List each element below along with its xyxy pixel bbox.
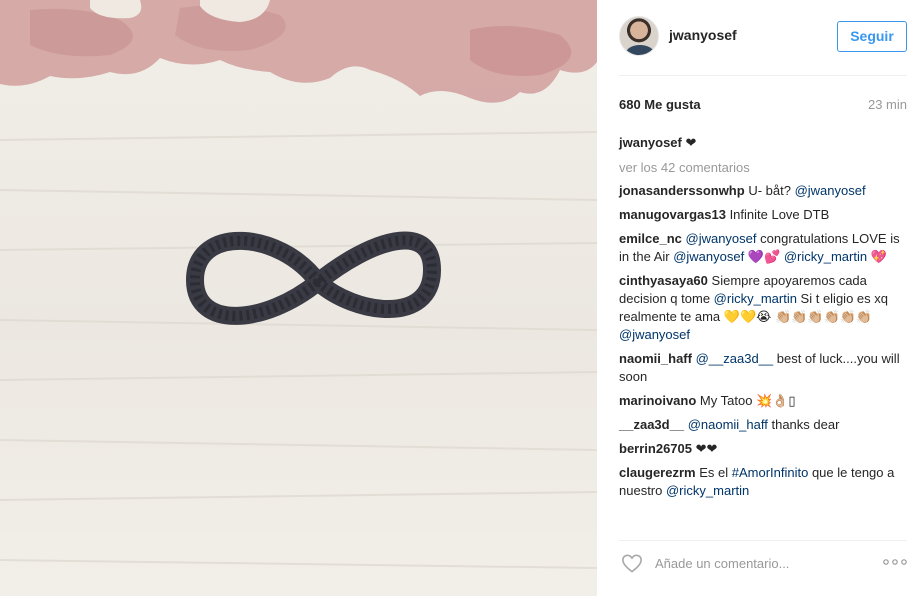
comment-item: manugovargas13 Infinite Love DTB [619, 206, 909, 224]
comment-username[interactable]: emilce_nc [619, 231, 682, 246]
more-options-icon[interactable] [883, 557, 907, 567]
comment-username[interactable]: claugerezrm [619, 465, 696, 480]
comment-text: thanks dear [767, 417, 840, 432]
comment-mention[interactable]: @jwanyosef [673, 249, 744, 264]
comment-mention[interactable]: @jwanyosef [795, 183, 866, 198]
comment-text: U- båt? [748, 183, 795, 198]
heart-outline-icon[interactable] [621, 553, 643, 573]
post-sidebar: jwanyosef Seguir 680 Me gusta 23 min jwa… [597, 0, 915, 596]
comment-username[interactable]: cinthyasaya60 [619, 273, 708, 288]
comment-username[interactable]: jonasanderssonwhp [619, 183, 745, 198]
header-username[interactable]: jwanyosef [669, 27, 737, 43]
post-timestamp[interactable]: 23 min [868, 97, 907, 112]
comment-mention[interactable]: @naomii_haff [688, 417, 768, 432]
comment-text: My Tatoo 💥👌🏼▯ [699, 393, 796, 408]
comment-item: marinoivano My Tatoo 💥👌🏼▯ [619, 392, 909, 410]
view-all-comments-link[interactable]: ver los 42 comentarios [619, 160, 750, 175]
avatar-image [626, 45, 654, 55]
comment-mention[interactable]: @ricky_martin [784, 249, 867, 264]
comment-username[interactable]: marinoivano [619, 393, 696, 408]
comment-item: claugerezrm Es el #AmorInfinito que le t… [619, 464, 909, 500]
post-photo [0, 0, 597, 596]
comment-item: cinthyasaya60 Siempre apoyaremos cada de… [619, 272, 909, 344]
follow-button[interactable]: Seguir [837, 21, 907, 52]
post-header: jwanyosef Seguir [597, 0, 915, 74]
photo-illustration [0, 0, 597, 569]
comment-item: naomii_haff @__zaa3d__ best of luck....y… [619, 350, 909, 386]
divider [619, 540, 907, 541]
comment-item: emilce_nc @jwanyosef congratulations LOV… [619, 230, 909, 266]
comment-mention[interactable]: @__zaa3d__ [696, 351, 774, 366]
comment-item: berrin26705 ❤❤ [619, 440, 909, 458]
comment-mention[interactable]: @jwanyosef [619, 327, 690, 342]
avatar[interactable] [619, 16, 659, 56]
comment-mention[interactable]: @ricky_martin [714, 291, 797, 306]
comment-username[interactable]: naomii_haff [619, 351, 692, 366]
comments-list: jonasanderssonwhp U- båt? @jwanyosef manu… [619, 182, 909, 506]
comment-text: Es el [699, 465, 732, 480]
comment-input[interactable] [655, 552, 865, 574]
comment-username[interactable]: manugovargas13 [619, 207, 726, 222]
comment-text: 💜💕 [744, 249, 784, 264]
comment-text: ❤❤ [695, 441, 718, 456]
caption-username[interactable]: jwanyosef [619, 135, 682, 150]
caption-text: ❤ [685, 135, 697, 150]
divider [619, 75, 907, 76]
comment-mention[interactable]: #AmorInfinito [732, 465, 809, 480]
comment-mention[interactable]: @ricky_martin [666, 483, 749, 498]
comment-mention[interactable]: @jwanyosef [686, 231, 757, 246]
comment-text: Infinite Love DTB [729, 207, 830, 222]
likes-count[interactable]: 680 Me gusta [619, 97, 701, 112]
comment-text: 💖 [867, 249, 887, 264]
comment-username[interactable]: __zaa3d__ [619, 417, 684, 432]
comment-bar [597, 548, 915, 584]
post-caption: jwanyosef ❤ [619, 135, 696, 151]
comment-item: __zaa3d__ @naomii_haff thanks dear [619, 416, 909, 434]
comment-item: jonasanderssonwhp U- båt? @jwanyosef [619, 182, 909, 200]
comment-username[interactable]: berrin26705 [619, 441, 692, 456]
